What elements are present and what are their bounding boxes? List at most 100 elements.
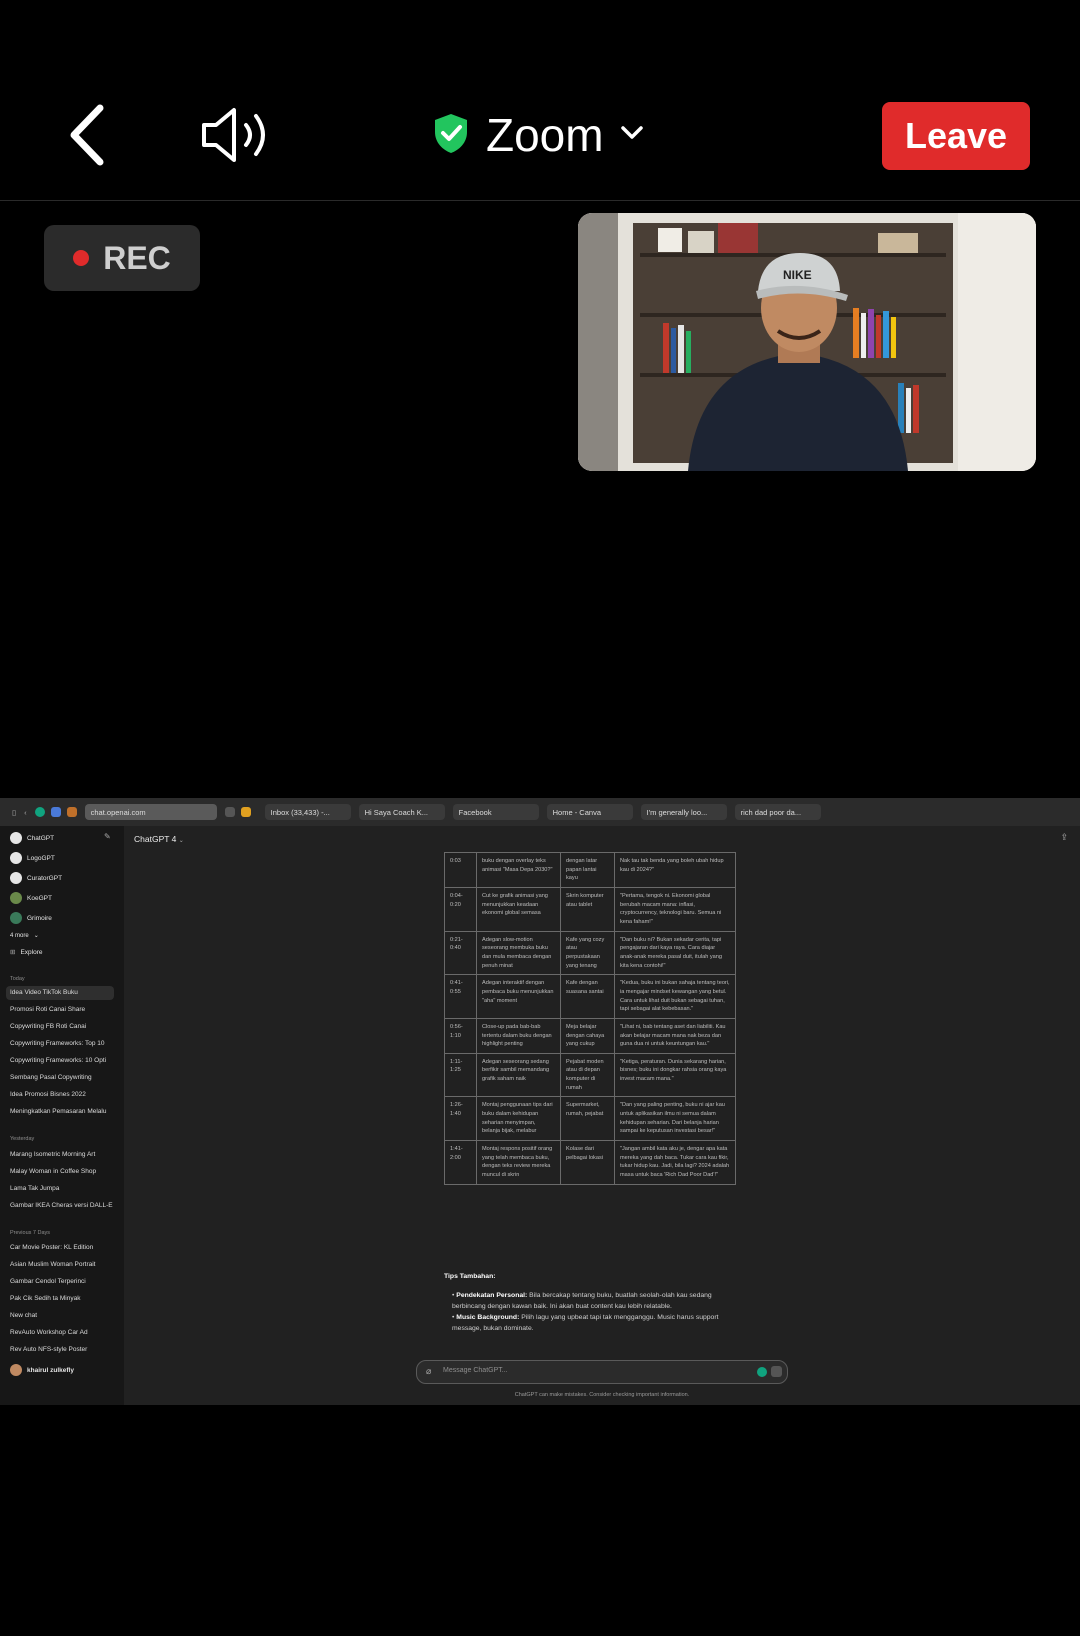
table-row: 1:41-2:00 Montaj respons positif orang ya… (444, 1140, 736, 1185)
table-cell-setting: Kafe yang cozy atau perpustakaan yang te… (560, 930, 615, 976)
script-table: 0:03 buku dengan overlay teks animasi "Ma… (444, 852, 736, 1185)
table-cell-visual: buku dengan overlay teks animasi "Masa D… (476, 852, 561, 888)
leave-button[interactable]: Leave (882, 102, 1030, 170)
openai-icon[interactable] (34, 807, 45, 817)
more-gpts[interactable]: 4 more ⌄ (10, 932, 39, 940)
share-icon[interactable]: ⇪ (1060, 832, 1068, 843)
back-arrow-icon[interactable]: ‹ (24, 808, 27, 817)
recording-badge: REC (44, 225, 200, 291)
gpt-curatorgpt[interactable]: CuratorGPT (10, 872, 62, 884)
table-cell-time: 0:04-0:20 (444, 886, 477, 932)
new-chat-icon[interactable]: ✎ (104, 832, 111, 841)
history-item[interactable]: Rev Auto NFS-style Poster (10, 1346, 116, 1353)
table-cell-time: 0:56-1:10 (444, 1017, 477, 1054)
history-item[interactable]: RevAuto Workshop Car Ad (10, 1329, 116, 1336)
user-profile[interactable]: khairul zulkefly (10, 1364, 74, 1376)
attach-icon[interactable]: ⌀ (426, 1366, 431, 1377)
app2-icon[interactable] (66, 807, 77, 817)
table-cell-time: 1:26-1:40 (444, 1096, 477, 1142)
message-placeholder: Message ChatGPT... (443, 1367, 508, 1374)
history-item[interactable]: Sembang Pasal Copywriting (10, 1074, 116, 1081)
history-item[interactable]: Idea Promosi Bisnes 2022 (10, 1091, 116, 1098)
browser-tab-bar: ▯ ‹ chat.openai.com Inbox (33,433) -... … (0, 798, 1080, 826)
disclaimer: ChatGPT can make mistakes. Consider chec… (514, 1392, 690, 1398)
chevron-down-icon (620, 125, 644, 146)
table-cell-setting: Meja belajar dengan cahaya yang cukup (560, 1017, 615, 1054)
recording-label: REC (103, 239, 171, 276)
table-cell-setting: Supermarket, rumah, pejabat (560, 1096, 615, 1142)
table-cell-visual: Montaj penggunaan tips dari buku dalam k… (476, 1096, 561, 1142)
history-item[interactable]: Gambar IKEA Cheras versi DALL-E (10, 1202, 116, 1209)
tips-section: Tips Tambahan: • Pendekatan Personal: Bi… (444, 1272, 744, 1334)
table-cell-audio: "Kedua, buku ini bukan sahaja tentang te… (614, 974, 736, 1019)
participant-video[interactable]: NIKE (578, 213, 1036, 471)
table-cell-setting: dengan latar papan lantai kayu (560, 852, 615, 888)
zoom-top-bar: Zoom Leave (0, 0, 1080, 201)
table-cell-visual: Cut ke grafik animasi yang menunjukkan k… (476, 886, 561, 932)
tab-facebook[interactable]: Facebook (452, 804, 539, 820)
tab-url[interactable]: chat.openai.com (84, 804, 217, 820)
history-item[interactable]: Malay Woman in Coffee Shop (10, 1168, 116, 1175)
sidebar-toggle-icon[interactable]: ▯ (12, 808, 16, 817)
tab-canva[interactable]: Home - Canva (546, 804, 633, 820)
table-cell-setting: Kolase dari pelbagai lokasi (560, 1140, 615, 1185)
model-selector[interactable]: ChatGPT 4 ⌄ (134, 834, 184, 844)
tab-icon-2[interactable] (240, 807, 251, 817)
history-item[interactable]: Gambar Cendol Terperinci (10, 1278, 116, 1285)
send-button[interactable] (771, 1366, 782, 1377)
tab-gmail[interactable]: Inbox (33,433) -... (264, 804, 351, 820)
history-item[interactable]: Copywriting Frameworks: 10 Opti (10, 1057, 116, 1064)
app-icon[interactable] (50, 807, 61, 817)
history-item[interactable]: New chat (10, 1312, 116, 1319)
table-cell-visual: Close-up pada bab-bab tertentu dalam buk… (476, 1017, 561, 1054)
chatgpt-icon (10, 832, 22, 844)
gpt-logogpt[interactable]: LogoGPT (10, 852, 55, 864)
history-item[interactable]: Copywriting FB Roti Canai (10, 1023, 116, 1030)
meeting-title[interactable]: Zoom (432, 108, 644, 162)
table-cell-time: 0:41-0:55 (444, 974, 477, 1019)
history-item[interactable]: Car Movie Poster: KL Edition (10, 1244, 116, 1251)
history-item[interactable]: Asian Muslim Woman Portrait (10, 1261, 116, 1268)
tip-item: • Music Background: Pilih lagu yang upbe… (452, 1313, 719, 1332)
avatar (10, 1364, 22, 1376)
gpt-chatgpt[interactable]: ChatGPT (10, 832, 54, 844)
table-cell-audio: "Jangan ambil kata aku je, dengar apa ka… (614, 1140, 736, 1185)
record-dot-icon (73, 250, 90, 266)
table-cell-setting: Skrin komputer atau tablet (560, 886, 615, 932)
chat-main: ChatGPT 4 ⌄ ⇪ 0:03 buku dengan overlay te… (124, 826, 1080, 1405)
table-cell-time: 1:11-1:25 (444, 1052, 477, 1098)
tips-title: Tips Tambahan: (444, 1273, 496, 1280)
history-item[interactable]: Copywriting Frameworks: Top 10 (10, 1040, 116, 1047)
grammar-icon (757, 1367, 767, 1377)
tab-icon[interactable] (224, 807, 235, 817)
yesterday-heading: Yesterday (10, 1136, 35, 1142)
table-cell-visual: Adegan seseorang sedang berfikir sambil … (476, 1052, 561, 1098)
tip-item: • Pendekatan Personal: Bila bercakap ten… (452, 1291, 712, 1310)
gpt-koegpt[interactable]: KoeGPT (10, 892, 52, 904)
meeting-title-label: Zoom (486, 109, 604, 161)
table-cell-visual: Montaj respons positif orang yang telah … (476, 1140, 561, 1185)
back-chevron-icon[interactable] (62, 100, 122, 170)
history-item[interactable]: Promosi Roti Canai Share (10, 1006, 116, 1013)
explore-link[interactable]: ⊞ Explore (10, 948, 43, 957)
message-input[interactable]: ⌀ Message ChatGPT... (416, 1360, 788, 1384)
history-item[interactable]: Pak Cik Sedih ta Minyak (10, 1295, 116, 1302)
tab-coach[interactable]: Hi Saya Coach K... (358, 804, 445, 820)
history-item-active[interactable]: Idea Video TikTok Buku (6, 986, 114, 1000)
curatorgpt-icon (10, 872, 22, 884)
tab-rich-dad[interactable]: rich dad poor da... (734, 804, 821, 820)
shared-screen: ▯ ‹ chat.openai.com Inbox (33,433) -... … (0, 798, 1080, 1405)
tab-chatgpt-2[interactable]: I'm generally loo... (640, 804, 727, 820)
history-item[interactable]: Marang Isometric Morning Art (10, 1151, 116, 1158)
table-cell-visual: Adegan interaktif dengan pembaca buku me… (476, 974, 561, 1019)
history-item[interactable]: Meningkatkan Pemasaran Melalu (10, 1108, 116, 1115)
table-cell-setting: Pejabat moden atau di depan komputer di … (560, 1052, 615, 1098)
gpt-grimoire[interactable]: Grimoire (10, 912, 52, 924)
chevron-down-icon: ⌄ (178, 838, 184, 844)
chatgpt-sidebar: ChatGPT ✎ LogoGPT CuratorGPT KoeGPT Grim… (0, 826, 124, 1405)
speaker-icon[interactable] (200, 105, 272, 165)
koegpt-icon (10, 892, 22, 904)
table-cell-audio: "Ketiga, peraturan. Dunia sekarang haria… (614, 1052, 736, 1098)
table-row: 0:21-0:40 Adegan slow-motion seseorang me… (444, 930, 736, 976)
history-item[interactable]: Lama Tak Jumpa (10, 1185, 116, 1192)
